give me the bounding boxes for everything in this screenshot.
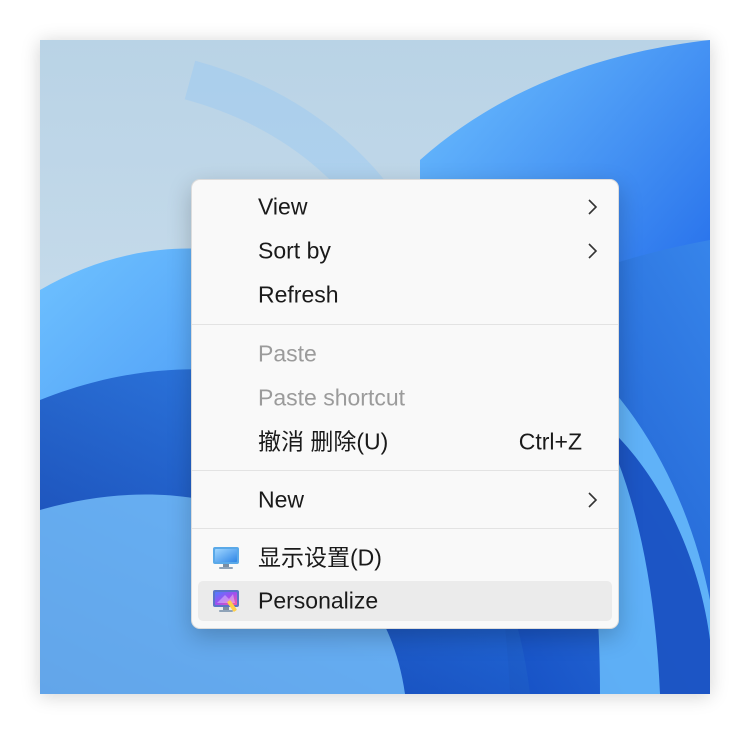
chevron-right-icon	[588, 492, 598, 508]
menu-item-label: Sort by	[258, 237, 331, 264]
chevron-right-icon	[588, 243, 598, 259]
menu-separator	[192, 470, 618, 471]
menu-item-label: Personalize	[258, 587, 379, 614]
chevron-right-icon	[588, 199, 598, 215]
menu-item-display-settings[interactable]: 显示设置(D)	[198, 538, 612, 578]
menu-item-label: 显示设置(D)	[258, 544, 382, 571]
menu-item-paste: Paste	[198, 334, 612, 374]
menu-item-label: View	[258, 193, 308, 220]
menu-item-undo-delete[interactable]: 撤消 删除(U) Ctrl+Z	[198, 422, 612, 462]
menu-item-label: 撤消 删除(U)	[258, 428, 389, 455]
display-settings-icon	[213, 547, 239, 569]
menu-item-refresh[interactable]: Refresh	[198, 275, 612, 315]
menu-item-personalize[interactable]: Personalize	[198, 581, 612, 621]
menu-item-shortcut: Ctrl+Z	[518, 428, 582, 455]
menu-item-label: New	[258, 486, 305, 513]
menu-item-view[interactable]: View	[198, 187, 612, 227]
menu-separator	[192, 324, 618, 325]
desktop-context-menu: View Sort by Refresh Paste Paste shortcu…	[191, 179, 619, 629]
menu-item-new[interactable]: New	[198, 480, 612, 520]
menu-item-paste-shortcut: Paste shortcut	[198, 378, 612, 418]
personalize-icon	[213, 590, 239, 612]
desktop-screenshot: View Sort by Refresh Paste Paste shortcu…	[40, 40, 710, 694]
menu-item-sort-by[interactable]: Sort by	[198, 231, 612, 271]
menu-item-label: Refresh	[258, 281, 339, 308]
menu-item-label: Paste	[258, 340, 317, 367]
menu-item-label: Paste shortcut	[258, 384, 406, 411]
menu-separator	[192, 528, 618, 529]
